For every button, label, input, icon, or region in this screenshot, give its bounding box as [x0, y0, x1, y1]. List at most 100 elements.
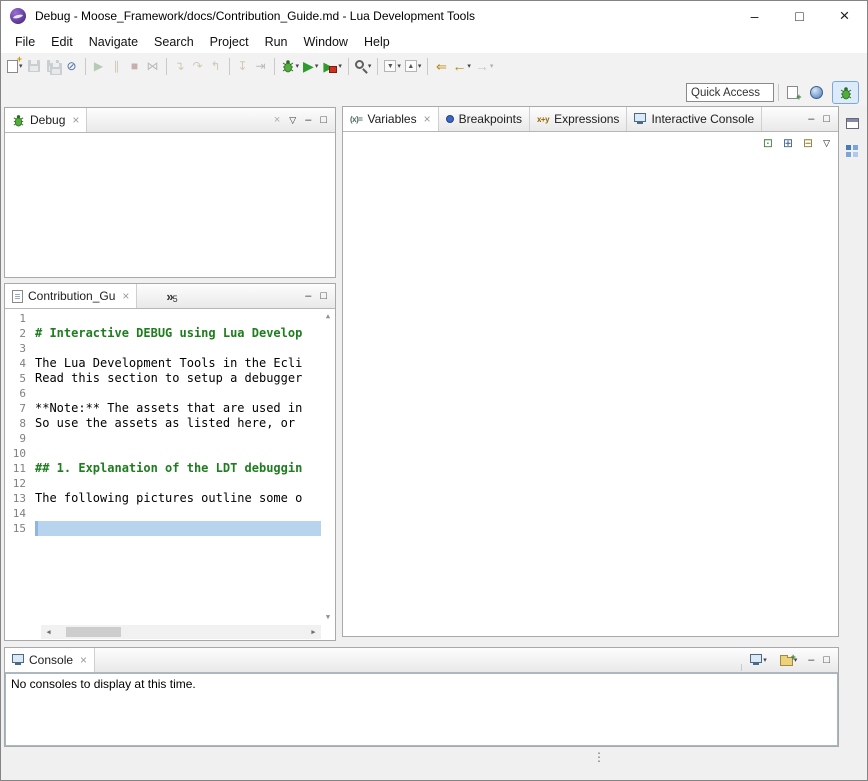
- window-close-button[interactable]: ×: [822, 1, 867, 31]
- editor-line[interactable]: 1: [5, 311, 321, 326]
- horizontal-scrollbar[interactable]: ◀ ▶: [41, 625, 321, 639]
- disconnect-button[interactable]: ⋈: [144, 55, 162, 77]
- editor-line[interactable]: 9: [5, 431, 321, 446]
- external-tools-dropdown-arrow[interactable]: ▾: [338, 62, 342, 70]
- debug-button[interactable]: ▾: [279, 55, 302, 77]
- suspend-button[interactable]: ∥: [108, 55, 126, 77]
- editor-tab-close-icon[interactable]: ×: [122, 289, 129, 303]
- scrollbar-thumb[interactable]: [66, 627, 121, 637]
- previous-annotation-button[interactable]: ▲▾: [403, 55, 424, 77]
- menu-edit[interactable]: Edit: [43, 33, 81, 51]
- external-tools-button[interactable]: ▶▾: [320, 55, 344, 77]
- save-button[interactable]: [25, 55, 44, 77]
- menu-navigate[interactable]: Navigate: [81, 33, 146, 51]
- scroll-left-icon[interactable]: ◀: [41, 628, 56, 636]
- editor-body[interactable]: 12# Interactive DEBUG using Lua Develop3…: [5, 309, 335, 640]
- menu-search[interactable]: Search: [146, 33, 202, 51]
- open-perspective-button[interactable]: [783, 82, 801, 104]
- tab-expressions[interactable]: x+y Expressions: [530, 107, 627, 131]
- editor-line[interactable]: 8So use the assets as listed here, or: [5, 416, 321, 431]
- restore-minimized-view-button[interactable]: [841, 113, 863, 133]
- tab-debug[interactable]: Debug ×: [5, 108, 87, 132]
- console-tab-close-icon[interactable]: ×: [80, 653, 87, 667]
- editor-line[interactable]: 5Read this section to setup a debugger: [5, 371, 321, 386]
- scrollbar-track[interactable]: [56, 625, 306, 639]
- step-into-button[interactable]: ↴: [171, 55, 189, 77]
- window-minimize-button[interactable]: –: [732, 1, 777, 31]
- use-step-filters-button[interactable]: ⇥: [252, 55, 270, 77]
- remove-terminated-launches-icon[interactable]: ×: [274, 115, 280, 126]
- debug-perspective-button[interactable]: [832, 81, 859, 104]
- menu-run[interactable]: Run: [257, 33, 296, 51]
- editor-line[interactable]: 3: [5, 341, 321, 356]
- show-type-names-icon[interactable]: ⊡: [763, 137, 773, 149]
- editor-line[interactable]: 15: [5, 521, 321, 536]
- terminate-button[interactable]: ■: [126, 55, 144, 77]
- display-selected-console-button[interactable]: ▾: [748, 649, 769, 671]
- menu-help[interactable]: Help: [356, 33, 398, 51]
- editor-line[interactable]: 4The Lua Development Tools in the Ecli: [5, 356, 321, 371]
- sash-drag-handle[interactable]: ⋮: [593, 750, 605, 764]
- run-dropdown-arrow[interactable]: ▾: [315, 62, 319, 70]
- forward-dropdown-arrow[interactable]: ▾: [490, 62, 494, 70]
- minimize-view-icon[interactable]: –: [305, 115, 311, 126]
- menu-window[interactable]: Window: [296, 33, 356, 51]
- forward-button[interactable]: →▾: [473, 55, 496, 77]
- variables-tab-close-icon[interactable]: ×: [424, 112, 431, 126]
- run-button[interactable]: ▶▾: [301, 55, 320, 77]
- skip-all-breakpoints-button[interactable]: ⊘: [63, 55, 81, 77]
- maximize-view-icon[interactable]: □: [320, 291, 327, 302]
- back-dropdown-arrow[interactable]: ▾: [467, 62, 471, 70]
- editor-line[interactable]: 13The following pictures outline some o: [5, 491, 321, 506]
- scroll-right-icon[interactable]: ▶: [306, 628, 321, 636]
- debug-dropdown-arrow[interactable]: ▾: [296, 62, 300, 70]
- previous-annotation-dropdown-arrow[interactable]: ▾: [418, 62, 422, 70]
- next-annotation-dropdown-arrow[interactable]: ▾: [397, 62, 401, 70]
- minimize-view-icon[interactable]: –: [305, 291, 311, 302]
- next-annotation-button[interactable]: ▼▾: [382, 55, 403, 77]
- editor-tab-overflow-chevron[interactable]: » 5: [159, 284, 184, 308]
- last-edit-location-button[interactable]: ⇐: [432, 55, 450, 77]
- minimize-view-icon[interactable]: –: [808, 114, 814, 125]
- minimized-outline-view-button[interactable]: [841, 141, 863, 161]
- search-dropdown-arrow[interactable]: ▾: [368, 62, 372, 70]
- editor-line[interactable]: 7**Note:** The assets that are used in: [5, 401, 321, 416]
- maximize-view-icon[interactable]: □: [823, 655, 830, 666]
- tab-variables[interactable]: (x)= Variables ×: [343, 107, 439, 131]
- tab-breakpoints[interactable]: Breakpoints: [439, 107, 530, 131]
- editor-line[interactable]: 11## 1. Explanation of the LDT debuggin: [5, 461, 321, 476]
- resume-button[interactable]: ▶: [90, 55, 108, 77]
- quick-access-input[interactable]: [686, 83, 774, 102]
- step-over-button[interactable]: ↷: [189, 55, 207, 77]
- collapse-all-icon[interactable]: ⊟: [803, 137, 813, 149]
- editor-line[interactable]: 12: [5, 476, 321, 491]
- editor-line[interactable]: 2# Interactive DEBUG using Lua Develop: [5, 326, 321, 341]
- tab-console[interactable]: Console ×: [5, 648, 95, 672]
- editor-line[interactable]: 10: [5, 446, 321, 461]
- window-maximize-button[interactable]: □: [777, 1, 822, 31]
- search-button[interactable]: ▾: [353, 55, 374, 77]
- maximize-view-icon[interactable]: □: [823, 114, 830, 125]
- scroll-up-icon[interactable]: ▲: [322, 312, 334, 320]
- open-console-button[interactable]: ▾: [778, 649, 800, 671]
- display-console-dropdown-arrow[interactable]: ▾: [763, 656, 767, 664]
- maximize-view-icon[interactable]: □: [320, 115, 327, 126]
- new-wizard-button[interactable]: ▾: [5, 55, 25, 77]
- drop-to-frame-button[interactable]: ↧: [234, 55, 252, 77]
- scroll-down-icon[interactable]: ▼: [322, 613, 334, 621]
- back-button[interactable]: ←▾: [450, 55, 473, 77]
- tab-contribution-guide[interactable]: Contribution_Gu ×: [5, 284, 137, 308]
- step-return-button[interactable]: ↰: [207, 55, 225, 77]
- save-all-button[interactable]: [44, 55, 63, 77]
- show-logical-structures-icon[interactable]: ⊞: [783, 137, 793, 149]
- tab-interactive-console[interactable]: Interactive Console: [627, 107, 762, 131]
- editor-line[interactable]: 6: [5, 386, 321, 401]
- view-menu-icon[interactable]: ▽: [823, 139, 830, 148]
- debug-tab-close-icon[interactable]: ×: [72, 113, 79, 127]
- menu-file[interactable]: File: [7, 33, 43, 51]
- view-menu-icon[interactable]: ▽: [289, 116, 296, 125]
- minimize-view-icon[interactable]: –: [808, 655, 814, 666]
- editor-line[interactable]: 14: [5, 506, 321, 521]
- ldt-perspective-button[interactable]: [803, 81, 830, 104]
- menu-project[interactable]: Project: [202, 33, 257, 51]
